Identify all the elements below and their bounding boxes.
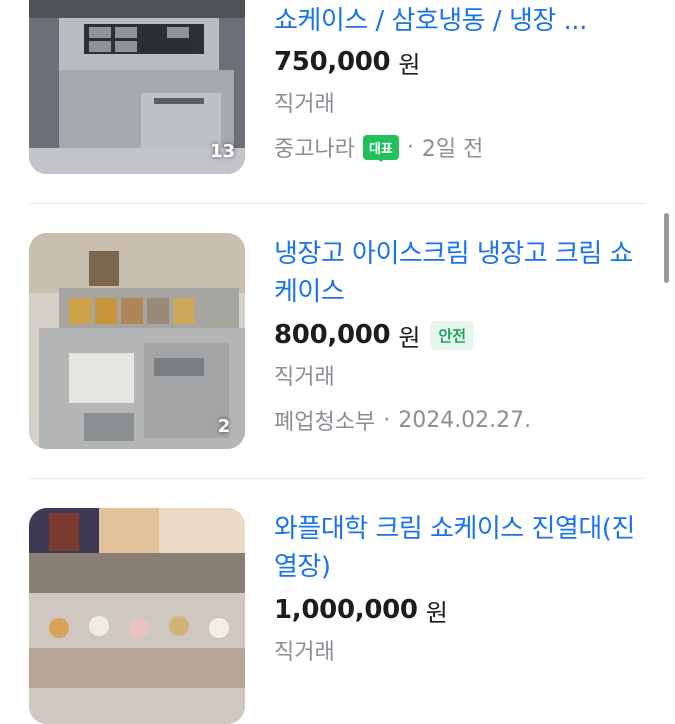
trade-type: 직거래 [274,640,335,665]
listing-title[interactable]: 와플대학 크림 쇼케이스 진열대(진열장) [274,510,635,586]
price-value: 800,000 [274,320,391,350]
source-row: 폐업청소부 · 2024.02.27. [274,400,635,440]
posted-date: 2일 전 [421,137,484,162]
listing-thumbnail[interactable]: 2 [29,233,245,449]
divider [29,478,646,479]
price-row: 800,000 원 안전 [274,315,635,355]
trade-type: 직거래 [274,365,335,390]
representative-badge: 대표 [362,134,399,162]
source-name: 폐업청소부 [274,410,376,435]
price-value: 750,000 [274,47,391,77]
image-count-badge: 13 [209,141,235,162]
trade-type: 직거래 [274,92,335,117]
scrollbar-thumb[interactable] [664,213,669,283]
listing-title[interactable]: 쇼케이스 / 삼호냉동 / 냉장 ... [274,2,635,40]
price-currency: 원 [425,598,448,627]
listing-thumbnail[interactable]: 13 [29,0,245,174]
separator-dot: · [383,407,391,433]
source-name: 중고나라 [274,137,355,162]
price-currency: 원 [398,323,421,352]
price-row: 1,000,000 원 [274,590,635,630]
showcase-image [29,508,245,724]
price-value: 1,000,000 [274,595,418,625]
safe-payment-badge: 안전 [430,320,475,350]
source-row: 중고나라 대표 · 2일 전 [274,127,635,167]
listing-thumbnail[interactable] [29,508,245,724]
price-row: 750,000 원 [274,42,635,82]
posted-date: 2024.02.27. [398,407,532,433]
separator-dot: · [406,134,414,160]
image-count-badge: 2 [217,416,231,437]
price-currency: 원 [398,50,421,79]
divider [29,203,646,204]
listing-title[interactable]: 냉장고 아이스크림 냉장고 크림 쇼케이스 [274,235,635,311]
